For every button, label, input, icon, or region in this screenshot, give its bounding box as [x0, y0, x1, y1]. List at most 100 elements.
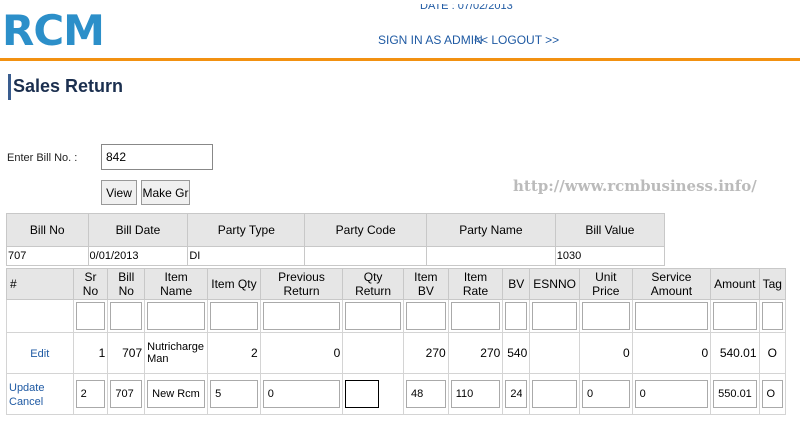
- filter-cell: [758, 299, 787, 333]
- col-previous-return: Previous Return: [259, 268, 344, 300]
- col-party-type: Party Type: [187, 213, 306, 247]
- watermark-text: http://www.rcmbusiness.info/: [513, 177, 757, 195]
- edit-cell: [529, 373, 580, 415]
- filter-bill-no-input[interactable]: [110, 302, 143, 330]
- filter-service-amount-input[interactable]: [634, 302, 709, 330]
- cell-tag: O: [758, 332, 787, 374]
- update-link[interactable]: Update: [9, 382, 44, 394]
- cell-item-rate: 270: [447, 332, 504, 374]
- filter-cell: [631, 299, 712, 333]
- filter-bv-input[interactable]: [505, 302, 528, 330]
- col-bill-value: Bill Value: [554, 213, 666, 247]
- filter-cell: [342, 299, 404, 333]
- cell-item-name: Nutricharge Man: [144, 332, 209, 374]
- cell-amount: 540.01: [710, 332, 760, 374]
- amount-input[interactable]: [713, 380, 757, 408]
- edit-cell: [758, 373, 787, 415]
- edit-cell: [402, 373, 449, 415]
- item-rate-input[interactable]: [450, 380, 501, 408]
- cell-sr-no: 1: [72, 332, 109, 374]
- col-amount: Amount: [710, 268, 760, 300]
- view-button[interactable]: View: [101, 180, 137, 205]
- edit-cell: [144, 373, 209, 415]
- col-qty-return: Qty Return: [342, 268, 404, 300]
- filter-item-name-input[interactable]: [147, 302, 206, 330]
- make-gr-button[interactable]: Make Gr: [141, 180, 190, 205]
- page-title: Sales Return: [13, 76, 124, 96]
- rcm-logo: RCM: [2, 6, 105, 55]
- filter-cell: [144, 299, 209, 333]
- edit-link[interactable]: Edit: [30, 348, 49, 360]
- cell-previous-return: 0: [259, 332, 344, 374]
- cell-bv: 540: [502, 332, 531, 374]
- previous-return-input[interactable]: [262, 380, 341, 408]
- qty-return-input[interactable]: [345, 380, 380, 408]
- filter-esnno-input[interactable]: [532, 302, 577, 330]
- filter-cell: [578, 299, 633, 333]
- col-sr-no: Sr No: [72, 268, 109, 300]
- cell-service-amount: 0: [631, 332, 712, 374]
- logout-link[interactable]: << LOGOUT >>: [474, 33, 559, 47]
- col-item-qty: Item Qty: [207, 268, 261, 300]
- col-unit-price: Unit Price: [578, 268, 633, 300]
- cell-item-bv: 270: [402, 332, 449, 374]
- title-accent: [8, 74, 11, 100]
- filter-cell: [72, 299, 109, 333]
- filter-cell: [502, 299, 531, 333]
- edit-cell: [207, 373, 261, 415]
- bill-no-input[interactable]: [101, 144, 213, 170]
- esnno-input[interactable]: [532, 380, 577, 408]
- cell-bill-date: 0/01/2013: [87, 246, 189, 266]
- service-amount-input[interactable]: [634, 380, 709, 408]
- filter-item-bv-input[interactable]: [405, 302, 446, 330]
- col-bill-date: Bill Date: [87, 213, 189, 247]
- cell-party-type: DI: [187, 246, 306, 266]
- cell-party-name: [426, 246, 556, 266]
- filter-cell: [402, 299, 449, 333]
- edit-cell: [342, 373, 404, 415]
- edit-cell: [631, 373, 712, 415]
- filter-previous-return-input[interactable]: [262, 302, 341, 330]
- filter-unit-price-input[interactable]: [581, 302, 630, 330]
- item-qty-input[interactable]: [210, 380, 258, 408]
- filter-item-rate-input[interactable]: [450, 302, 501, 330]
- unit-price-input[interactable]: [581, 380, 630, 408]
- bv-input[interactable]: [505, 380, 528, 408]
- date-text: DATE : 07/02/2013: [420, 4, 513, 12]
- filter-item-qty-input[interactable]: [210, 302, 258, 330]
- tag-input[interactable]: [761, 380, 783, 408]
- action-cell: Update Cancel: [6, 373, 74, 415]
- col-bill-no: Bill No: [107, 268, 146, 300]
- items-table: # Sr No Bill No Item Name Item Qty Previ…: [6, 268, 787, 415]
- filter-sr-no-input[interactable]: [75, 302, 106, 330]
- cell-party-code: [304, 246, 428, 266]
- col-service-amount: Service Amount: [631, 268, 712, 300]
- filter-amount-input[interactable]: [713, 302, 757, 330]
- cell-item-qty: 2: [207, 332, 261, 374]
- cell-unit-price: 0: [578, 332, 633, 374]
- filter-tag-input[interactable]: [761, 302, 783, 330]
- sr-no-input[interactable]: [75, 380, 106, 408]
- bill-no-input[interactable]: [110, 380, 143, 408]
- edit-cell: [259, 373, 344, 415]
- table-row: Edit 1 707 Nutricharge Man 2 0 270 270 5…: [6, 332, 787, 374]
- col-item-name: Item Name: [144, 268, 209, 300]
- table-row: Update Cancel: [6, 373, 787, 415]
- col-bv: BV: [502, 268, 531, 300]
- action-cell: Edit: [6, 332, 74, 374]
- filter-qty-return-input[interactable]: [345, 302, 401, 330]
- filter-cell: [710, 299, 760, 333]
- item-bv-input[interactable]: [405, 380, 446, 408]
- col-party-name: Party Name: [426, 213, 556, 247]
- items-table-header: # Sr No Bill No Item Name Item Qty Previ…: [6, 268, 787, 300]
- cancel-link[interactable]: Cancel: [9, 396, 43, 408]
- item-name-input[interactable]: [147, 380, 206, 408]
- col-item-bv: Item BV: [402, 268, 449, 300]
- signin-status: SIGN IN AS ADMIN: [378, 33, 483, 47]
- col-item-rate: Item Rate: [447, 268, 504, 300]
- filter-cell: [207, 299, 261, 333]
- edit-cell: [502, 373, 531, 415]
- table-row: 707 0/01/2013 DI 1030: [6, 246, 666, 266]
- bill-no-label: Enter Bill No. :: [7, 152, 78, 164]
- bill-table: Bill No Bill Date Party Type Party Code …: [6, 213, 666, 266]
